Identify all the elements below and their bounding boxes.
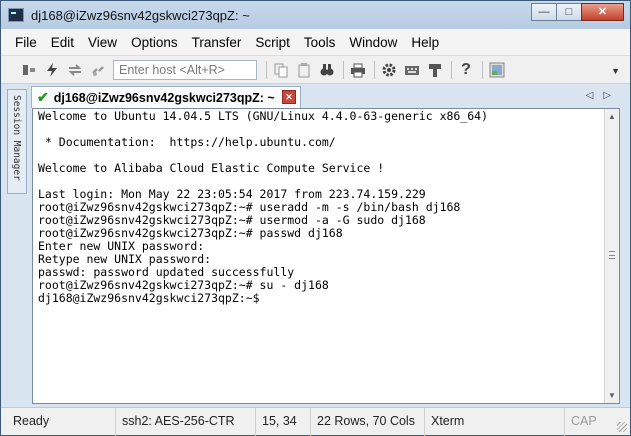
menu-options[interactable]: Options [131, 35, 178, 50]
menu-edit[interactable]: Edit [51, 35, 74, 50]
menu-tools[interactable]: Tools [304, 35, 336, 50]
status-caps-lock: CAP [571, 414, 597, 428]
title-bar[interactable]: dj168@iZwz96snv42gskwci273qpZ: ~ — □ ✕ [1, 1, 630, 29]
minimize-button[interactable]: — [531, 3, 557, 21]
menu-help[interactable]: Help [411, 35, 439, 50]
terminal-screen[interactable]: Welcome to Ubuntu 14.04.5 LTS (GNU/Linux… [32, 108, 620, 404]
session-manager-label: Session Manager [11, 95, 22, 181]
status-terminal-size: 22 Rows, 70 Cols [311, 408, 425, 436]
print-icon[interactable] [350, 62, 366, 78]
sftp-icon[interactable] [427, 62, 443, 78]
menu-script[interactable]: Script [255, 35, 290, 50]
securecrt-window: dj168@iZwz96snv42gskwci273qpZ: ~ — □ ✕ F… [0, 0, 631, 436]
close-tab-icon[interactable]: ✕ [282, 90, 296, 104]
toolbar: ? ▼ [1, 56, 630, 84]
paste-icon[interactable] [296, 62, 312, 78]
menu-window[interactable]: Window [349, 35, 397, 50]
find-icon[interactable] [319, 62, 335, 78]
close-button[interactable]: ✕ [581, 3, 624, 21]
toolbar-separator [482, 60, 483, 79]
session-tab[interactable]: ✔ dj168@iZwz96snv42gskwci273qpZ: ~ ✕ [31, 86, 301, 108]
resize-grip[interactable] [617, 422, 627, 432]
terminal-line: dj168@iZwz96snv42gskwci273qpZ:~$ [38, 291, 260, 305]
toolbar-separator [343, 60, 344, 79]
toolbar-overflow-chevron-icon[interactable]: ▼ [611, 66, 620, 76]
terminal-line: * Documentation: https://help.ubuntu.com… [38, 135, 336, 149]
reconnect-icon[interactable] [67, 62, 83, 78]
copy-icon[interactable] [273, 62, 289, 78]
scroll-thumb-grip[interactable] [609, 251, 615, 259]
terminal-app-icon [8, 8, 24, 22]
menu-transfer[interactable]: Transfer [192, 35, 242, 50]
toolbar-separator [266, 60, 267, 79]
menu-bar: File Edit View Options Transfer Script T… [1, 29, 630, 56]
terminal-output: Welcome to Ubuntu 14.04.5 LTS (GNU/Linux… [38, 110, 604, 305]
help-icon[interactable]: ? [458, 61, 474, 78]
screen-icon[interactable] [489, 62, 505, 78]
window-title: dj168@iZwz96snv42gskwci273qpZ: ~ [31, 7, 250, 23]
session-tab-label: dj168@iZwz96snv42gskwci273qpZ: ~ [53, 90, 275, 105]
session-tab-bar: ✔ dj168@iZwz96snv42gskwci273qpZ: ~ ✕ ◁▷ [29, 86, 625, 108]
status-cursor-position: 15, 34 [256, 408, 311, 436]
host-input[interactable] [113, 59, 257, 80]
terminal-scrollbar[interactable]: ▲ ▼ [604, 109, 619, 403]
disconnect-icon[interactable] [90, 62, 106, 78]
toolbar-separator [374, 60, 375, 79]
window-controls: — □ ✕ [531, 3, 624, 21]
status-bar: Ready ssh2: AES-256-CTR 15, 34 22 Rows, … [1, 407, 630, 436]
menu-view[interactable]: View [88, 35, 117, 50]
connect-icon[interactable] [21, 62, 37, 78]
status-ready: Ready [7, 408, 116, 436]
status-cipher: ssh2: AES-256-CTR [116, 408, 256, 436]
tab-scroll-arrows[interactable]: ◁▷ [586, 90, 621, 101]
connected-check-icon: ✔ [37, 89, 49, 105]
scroll-up-icon[interactable]: ▲ [608, 112, 616, 121]
toolbar-separator [451, 60, 452, 79]
scroll-down-icon[interactable]: ▼ [608, 391, 616, 400]
menu-file[interactable]: File [15, 35, 37, 50]
status-terminal-type: Xterm [425, 408, 565, 436]
settings-icon[interactable] [381, 62, 397, 78]
terminal-line: Welcome to Ubuntu 14.04.5 LTS (GNU/Linux… [38, 109, 489, 123]
session-manager-tab[interactable]: Session Manager [7, 89, 27, 194]
terminal-line: Welcome to Alibaba Cloud Elastic Compute… [38, 161, 385, 175]
maximize-button[interactable]: □ [556, 3, 582, 21]
keymap-icon[interactable] [404, 62, 420, 78]
quick-connect-icon[interactable] [44, 62, 60, 78]
